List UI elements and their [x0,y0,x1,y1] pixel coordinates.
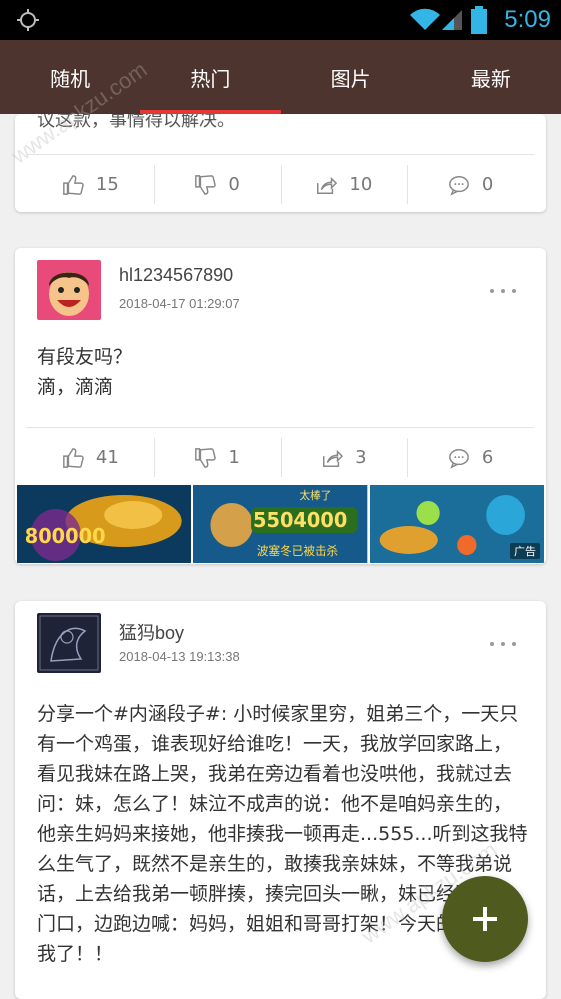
comment-icon [448,175,469,196]
post-actions: 15 0 10 0 [27,154,534,212]
post-text: 有段友吗？ 滴，滴滴 [37,346,133,398]
status-bar: 5:09 [0,0,561,40]
dark-illustration-avatar-icon [37,613,101,673]
tab-label: 随机 [50,66,91,91]
username[interactable]: hl1234567890 [119,265,233,286]
plus-icon [473,907,497,931]
post-card: 议这款，事情得以解决。 15 0 10 0 [15,114,546,212]
post-text: 议这款，事情得以解决。 [37,114,235,131]
dislike-button[interactable]: 1 [153,428,281,487]
avatar[interactable] [37,260,101,320]
username[interactable]: 猛犸boy [119,619,184,645]
ad-image[interactable]: 广告 [369,485,544,563]
thumbs-up-icon [63,447,84,468]
comment-count: 6 [481,447,494,468]
tab-bar: 随机 热门 图片 最新 [0,40,561,114]
post-actions: 41 1 3 6 [27,427,534,487]
tab-label: 热门 [190,66,231,91]
tab-latest[interactable]: 最新 [421,40,561,114]
comment-button[interactable]: 0 [407,155,534,212]
comment-icon [448,448,469,469]
thumbs-down-icon [195,447,217,468]
thumbs-down-icon [195,174,217,195]
wifi-icon [410,8,440,31]
ad-text: 800000 [25,525,106,548]
post-timestamp: 2018-04-13 19:13:38 [119,649,240,664]
more-options-button[interactable] [490,286,516,296]
ad-text: 太棒了 [300,488,332,502]
like-button[interactable]: 41 [27,428,154,487]
cartoon-face-avatar-icon [37,260,101,320]
share-count: 10 [349,174,373,195]
share-icon [323,449,344,467]
ad-image[interactable]: 800000 [17,485,192,563]
ad-text: 波塞冬已被击杀 [257,544,338,558]
ad-banner[interactable]: 800000 太棒了 5504000 波塞冬已被击杀 广告 [17,485,544,563]
share-button[interactable]: 10 [280,155,408,212]
more-options-button[interactable] [490,639,516,649]
like-button[interactable]: 15 [27,155,154,212]
tab-hot[interactable]: 热门 [140,40,281,114]
like-count: 15 [95,174,119,195]
tab-random[interactable]: 随机 [0,40,140,114]
tab-pictures[interactable]: 图片 [281,40,421,114]
ad-image[interactable]: 太棒了 5504000 波塞冬已被击杀 [193,485,368,563]
share-button[interactable]: 3 [280,428,408,487]
share-icon [317,176,338,194]
tab-label: 最新 [470,66,511,91]
fish-game-image: 太棒了 5504000 波塞冬已被击杀 [193,485,368,563]
dislike-button[interactable]: 0 [153,155,281,212]
comment-button[interactable]: 6 [407,428,534,487]
avatar[interactable] [37,613,101,673]
gps-icon [17,9,39,31]
add-post-button[interactable] [442,876,528,962]
share-count: 3 [355,447,367,468]
signal-icon [442,10,462,30]
thumbs-up-icon [63,174,84,195]
like-count: 41 [95,447,119,468]
ad-text: 5504000 [253,509,347,532]
fish-game-image: 800000 [17,485,192,563]
clock: 5:09 [504,6,551,33]
dislike-count: 1 [228,447,240,468]
dislike-count: 0 [228,174,240,195]
post-card: hl1234567890 2018-04-17 01:29:07 有段友吗？ 滴… [15,248,546,564]
battery-icon [471,6,487,34]
tab-label: 图片 [330,66,371,91]
post-timestamp: 2018-04-17 01:29:07 [119,296,240,311]
comment-count: 0 [481,174,494,195]
ad-label: 广告 [509,543,540,559]
